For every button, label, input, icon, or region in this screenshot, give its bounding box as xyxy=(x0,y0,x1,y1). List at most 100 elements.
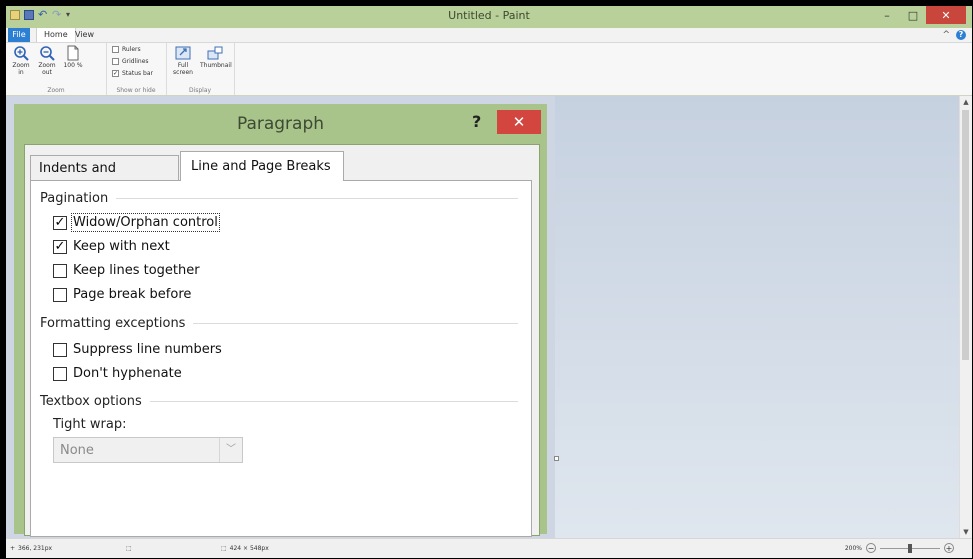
zoom-in-icon xyxy=(14,46,29,61)
zoom-out-icon xyxy=(40,46,55,61)
zoom-100-label: 100 % xyxy=(63,62,83,69)
zoom-in-small-icon[interactable]: + xyxy=(944,543,954,553)
tab-line-and-page-breaks[interactable]: Line and Page Breaks xyxy=(180,151,344,181)
full-screen-label: Full screen xyxy=(173,62,193,76)
scroll-up-icon[interactable]: ▲ xyxy=(960,98,972,106)
dialog-body: Indents and Spacing Line and Page Breaks… xyxy=(24,144,540,537)
keep-lines-together-label: Keep lines together xyxy=(73,263,200,278)
thumbnail-icon xyxy=(207,46,223,60)
title-bar: ↶ ↷ ▾ Untitled - Paint – □ ✕ xyxy=(6,6,972,28)
zoom-out-label: Zoom out xyxy=(38,62,56,76)
crosshair-icon: + xyxy=(10,545,16,552)
display-group: Full screen Thumbnail Display xyxy=(166,43,235,95)
scrollbar-thumb[interactable] xyxy=(962,110,969,360)
zoom-100-button[interactable]: 100 % xyxy=(62,45,84,69)
zoom-out-small-icon[interactable]: − xyxy=(866,543,876,553)
formatting-exceptions-section: Formatting exceptions xyxy=(40,316,518,331)
gridlines-checkbox[interactable]: Gridlines xyxy=(112,58,149,65)
show-or-hide-group-label: Show or hide xyxy=(116,87,156,94)
display-group-label: Display xyxy=(188,87,212,94)
minimize-button[interactable]: – xyxy=(874,6,900,24)
textbox-options-heading: Textbox options xyxy=(40,394,142,409)
cursor-position: + 366, 231px xyxy=(10,545,52,552)
page-icon xyxy=(67,45,79,61)
page-break-before-box xyxy=(53,287,67,302)
canvas-size-text: 424 × 548px xyxy=(229,545,269,552)
tab-view[interactable]: View xyxy=(68,28,101,42)
full-screen-button[interactable]: Full screen xyxy=(170,45,196,76)
cursor-position-text: 366, 231px xyxy=(18,545,53,552)
vertical-scrollbar[interactable]: ▲ ▼ xyxy=(959,96,972,538)
dont-hyphenate-label: Don't hyphenate xyxy=(73,366,182,381)
dialog-title-bar[interactable]: Paragraph ? ✕ xyxy=(14,104,547,140)
paragraph-dialog: Paragraph ? ✕ Indents and Spacing Line a… xyxy=(14,104,547,537)
keep-lines-together-checkbox[interactable]: Keep lines together xyxy=(53,263,200,278)
keep-lines-together-box xyxy=(53,263,67,278)
zoom-control: 200% − + xyxy=(845,543,954,553)
dont-hyphenate-checkbox[interactable]: Don't hyphenate xyxy=(53,366,182,381)
section-divider xyxy=(193,323,518,324)
thumbnail-label: Thumbnail xyxy=(200,62,232,69)
dont-hyphenate-box xyxy=(53,366,67,381)
selection-size: ⬚ xyxy=(126,545,132,552)
show-or-hide-group: Rulers Gridlines ✓ Status bar Show or hi… xyxy=(106,43,167,95)
full-screen-icon xyxy=(175,46,191,60)
maximize-button[interactable]: □ xyxy=(900,6,926,24)
dialog-close-button[interactable]: ✕ xyxy=(497,110,541,134)
page-break-before-checkbox[interactable]: Page break before xyxy=(53,287,191,302)
canvas-resize-handle[interactable] xyxy=(554,456,559,461)
keep-with-next-box: ✓ xyxy=(53,238,67,254)
zoom-level-text: 200% xyxy=(844,544,862,552)
keep-with-next-label: Keep with next xyxy=(73,239,170,254)
formatting-exceptions-heading: Formatting exceptions xyxy=(40,316,186,331)
rulers-checkbox[interactable]: Rulers xyxy=(112,46,141,53)
chevron-down-icon[interactable]: ﹀ xyxy=(219,438,242,462)
page-break-before-label: Page break before xyxy=(73,287,192,302)
scroll-down-icon[interactable]: ▼ xyxy=(960,528,972,536)
gridlines-label: Gridlines xyxy=(122,58,149,65)
zoom-out-button[interactable]: Zoom out xyxy=(36,45,58,76)
tight-wrap-dropdown[interactable]: None ﹀ xyxy=(53,437,243,463)
zoom-slider-thumb[interactable] xyxy=(908,543,912,553)
section-divider xyxy=(149,401,518,402)
status-bar: + 366, 231px ⬚ ⬚ 424 × 548px 200% − + xyxy=(6,538,972,558)
selection-icon: ⬚ xyxy=(126,545,132,552)
suppress-line-numbers-checkbox[interactable]: Suppress line numbers xyxy=(53,342,222,357)
zoom-group-label: Zoom xyxy=(47,87,65,94)
canvas-size: ⬚ 424 × 548px xyxy=(221,545,269,552)
pagination-section: Pagination xyxy=(40,191,518,206)
keep-with-next-checkbox[interactable]: ✓ Keep with next xyxy=(53,239,170,254)
tab-file[interactable]: File xyxy=(8,28,30,42)
zoom-group: Zoom in Zoom out 100 % Zoom xyxy=(6,43,107,95)
gridlines-checkbox-box xyxy=(112,58,119,65)
suppress-line-numbers-box xyxy=(53,342,67,357)
status-bar-label: Status bar xyxy=(122,70,153,77)
help-icon[interactable]: ? xyxy=(956,30,966,40)
rulers-label: Rulers xyxy=(122,46,141,53)
widow-orphan-control-box: ✓ xyxy=(53,214,67,230)
dialog-title: Paragraph xyxy=(236,114,325,134)
tight-wrap-value: None xyxy=(60,443,94,458)
pagination-heading: Pagination xyxy=(40,191,109,206)
zoom-slider[interactable] xyxy=(880,543,940,553)
minimize-ribbon-icon[interactable]: ^ xyxy=(942,30,950,40)
window-title: Untitled - Paint xyxy=(448,9,530,22)
textbox-options-section: Textbox options xyxy=(40,394,518,409)
status-bar-checkbox-box: ✓ xyxy=(112,70,119,77)
dialog-help-icon[interactable]: ? xyxy=(472,112,481,131)
window-controls: – □ ✕ xyxy=(874,6,966,24)
thumbnail-button[interactable]: Thumbnail xyxy=(200,45,232,69)
canvas-size-icon: ⬚ xyxy=(221,545,227,552)
line-and-page-breaks-panel: Pagination ✓ Widow/Orphan control ✓ Keep… xyxy=(30,180,532,537)
ribbon-right-controls: ^ ? xyxy=(942,28,966,42)
widow-orphan-control-checkbox[interactable]: ✓ Widow/Orphan control xyxy=(53,213,220,232)
close-button[interactable]: ✕ xyxy=(926,6,966,24)
widow-orphan-control-label: Widow/Orphan control xyxy=(71,213,220,232)
canvas-background[interactable] xyxy=(555,96,960,538)
zoom-in-button[interactable]: Zoom in xyxy=(10,45,32,76)
ribbon: Zoom in Zoom out 100 % Zoom Rulers Gridl… xyxy=(6,43,972,96)
status-bar-checkbox[interactable]: ✓ Status bar xyxy=(112,70,153,77)
section-divider xyxy=(116,198,518,199)
ribbon-tabs: File Home View ^ ? xyxy=(6,28,972,43)
tab-indents-and-spacing[interactable]: Indents and Spacing xyxy=(30,155,179,202)
